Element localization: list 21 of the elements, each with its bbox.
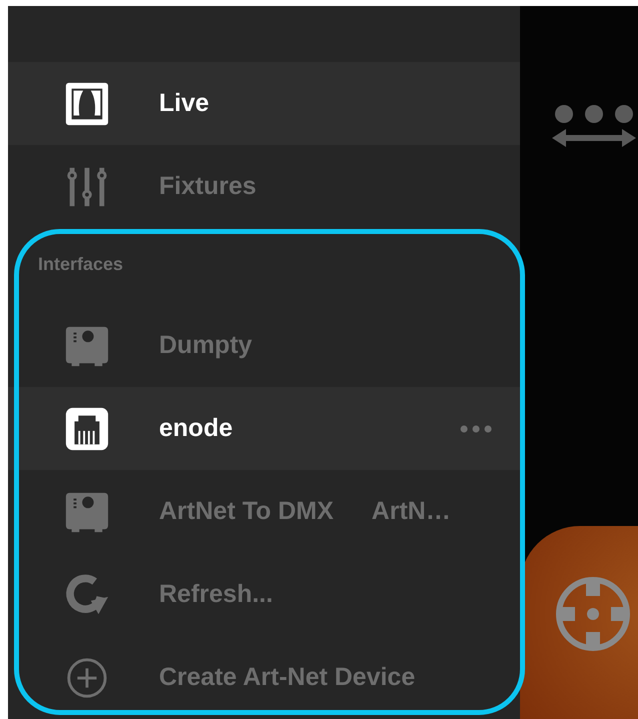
ethernet-port-icon: [64, 406, 110, 452]
item-detail: ArtN…: [372, 497, 451, 526]
pan-arrows-icon: [552, 102, 636, 150]
item-label: ArtNet To DMX: [159, 497, 334, 526]
item-label: enode: [159, 414, 233, 443]
curtain-icon: [64, 80, 110, 126]
interface-item[interactable]: Refresh...: [8, 553, 520, 636]
interface-item[interactable]: Dumpty: [8, 304, 520, 387]
item-label: Create Art-Net Device: [159, 663, 416, 692]
section-header: Interfaces: [38, 254, 124, 274]
crosshair-icon: [553, 574, 633, 654]
interface-item[interactable]: ArtNet To DMX ArtN…: [8, 470, 520, 553]
drawer-item[interactable]: Live: [8, 62, 520, 145]
more-icon[interactable]: [460, 424, 492, 432]
drawer-item[interactable]: Fixtures: [8, 145, 520, 228]
item-label: Refresh...: [159, 580, 273, 609]
item-label: Fixtures: [159, 172, 256, 201]
item-label: Live: [159, 89, 210, 118]
item-label: Dumpty: [159, 331, 252, 360]
interface-item[interactable]: enode: [8, 387, 520, 470]
interface-item[interactable]: Create Art-Net Device: [8, 636, 520, 719]
